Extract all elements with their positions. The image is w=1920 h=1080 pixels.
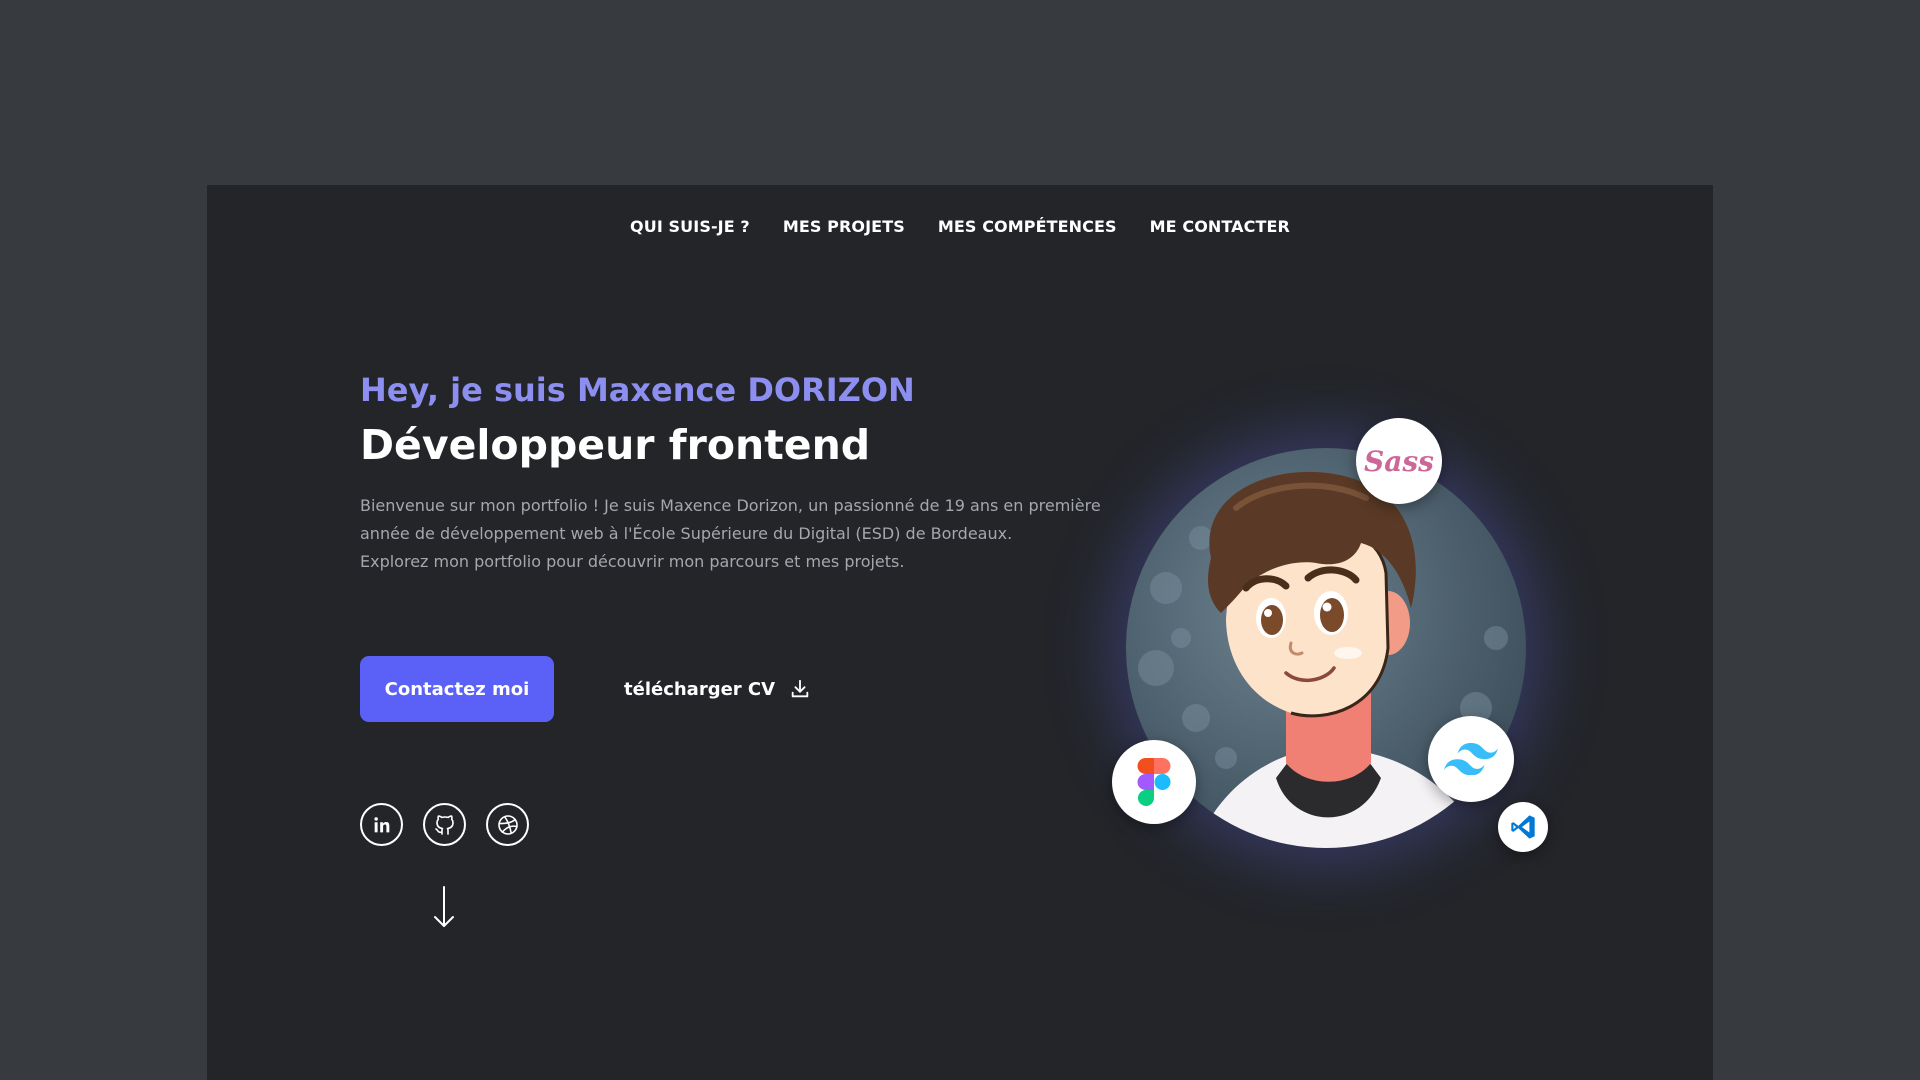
github-link[interactable] xyxy=(423,803,466,846)
nav-item-about[interactable]: QUI SUIS-JE ? xyxy=(630,217,750,236)
social-links xyxy=(360,803,529,846)
hero-intro-line: Bienvenue sur mon portfolio ! Je suis Ma… xyxy=(360,496,1101,543)
figma-badge xyxy=(1112,740,1196,824)
download-icon xyxy=(791,679,809,698)
nav-item-contact[interactable]: ME CONTACTER xyxy=(1150,217,1290,236)
sass-logo-icon: Sass xyxy=(1364,444,1434,478)
contact-button[interactable]: Contactez moi xyxy=(360,656,554,722)
sass-badge: Sass xyxy=(1356,418,1442,504)
tailwind-icon xyxy=(1444,743,1498,775)
dribbble-icon xyxy=(497,814,518,835)
figma-icon xyxy=(1137,758,1171,806)
nav-item-projects[interactable]: MES PROJETS xyxy=(783,217,905,236)
linkedin-link[interactable] xyxy=(360,803,403,846)
hero-intro: Bienvenue sur mon portfolio ! Je suis Ma… xyxy=(360,492,1120,576)
tailwind-badge xyxy=(1428,716,1514,802)
hero-role-title: Développeur frontend xyxy=(360,421,871,469)
nav-item-skills[interactable]: MES COMPÉTENCES xyxy=(938,217,1117,236)
vscode-badge xyxy=(1498,802,1548,852)
linkedin-icon xyxy=(373,816,389,832)
hero-section: Hey, je suis Maxence DORIZON Développeur… xyxy=(360,370,1120,576)
scroll-down-arrow-icon[interactable] xyxy=(433,885,455,929)
dribbble-link[interactable] xyxy=(486,803,529,846)
github-icon xyxy=(434,814,454,835)
hero-actions: Contactez moi télécharger CV xyxy=(360,656,811,722)
avatar-illustration: Sass xyxy=(1112,418,1548,852)
main-nav: QUI SUIS-JE ? MES PROJETS MES COMPÉTENCE… xyxy=(207,217,1713,236)
portfolio-page: QUI SUIS-JE ? MES PROJETS MES COMPÉTENCE… xyxy=(207,185,1713,1080)
download-cv-label: télécharger CV xyxy=(624,678,776,700)
vscode-icon xyxy=(1511,815,1535,839)
hero-intro-line: Explorez mon portfolio pour découvrir mo… xyxy=(360,552,905,571)
hero-greeting: Hey, je suis Maxence DORIZON xyxy=(360,371,915,409)
download-cv-button[interactable]: télécharger CV xyxy=(624,678,811,700)
